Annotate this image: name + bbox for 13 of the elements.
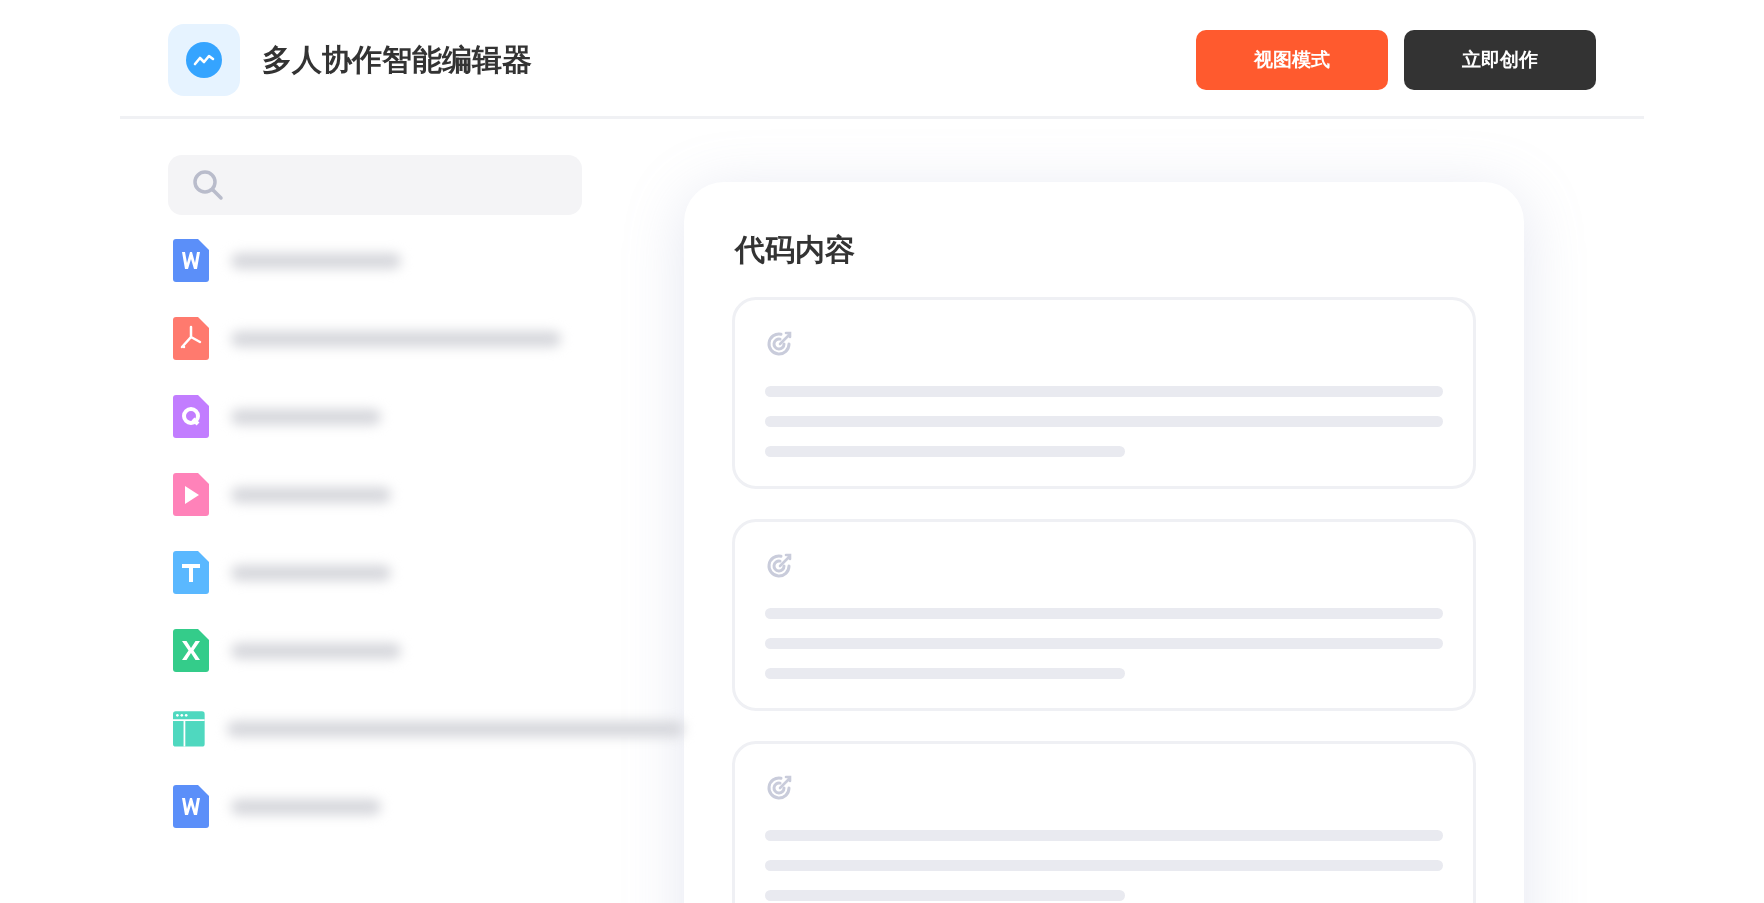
app-title: 多人协作智能编辑器 bbox=[262, 40, 532, 79]
word-document-icon bbox=[173, 785, 209, 828]
create-button[interactable]: 立即创作 bbox=[1404, 30, 1596, 90]
pdf-document-icon bbox=[173, 317, 209, 360]
spreadsheet-icon bbox=[173, 629, 209, 672]
word-document-icon bbox=[173, 239, 209, 282]
panel-title: 代码内容 bbox=[735, 231, 856, 269]
text-document-icon bbox=[173, 551, 209, 594]
app-logo bbox=[168, 24, 240, 96]
search-icon bbox=[192, 169, 224, 201]
search-field[interactable] bbox=[168, 155, 582, 215]
quick-document-icon bbox=[173, 395, 209, 438]
video-file-icon bbox=[173, 473, 209, 516]
